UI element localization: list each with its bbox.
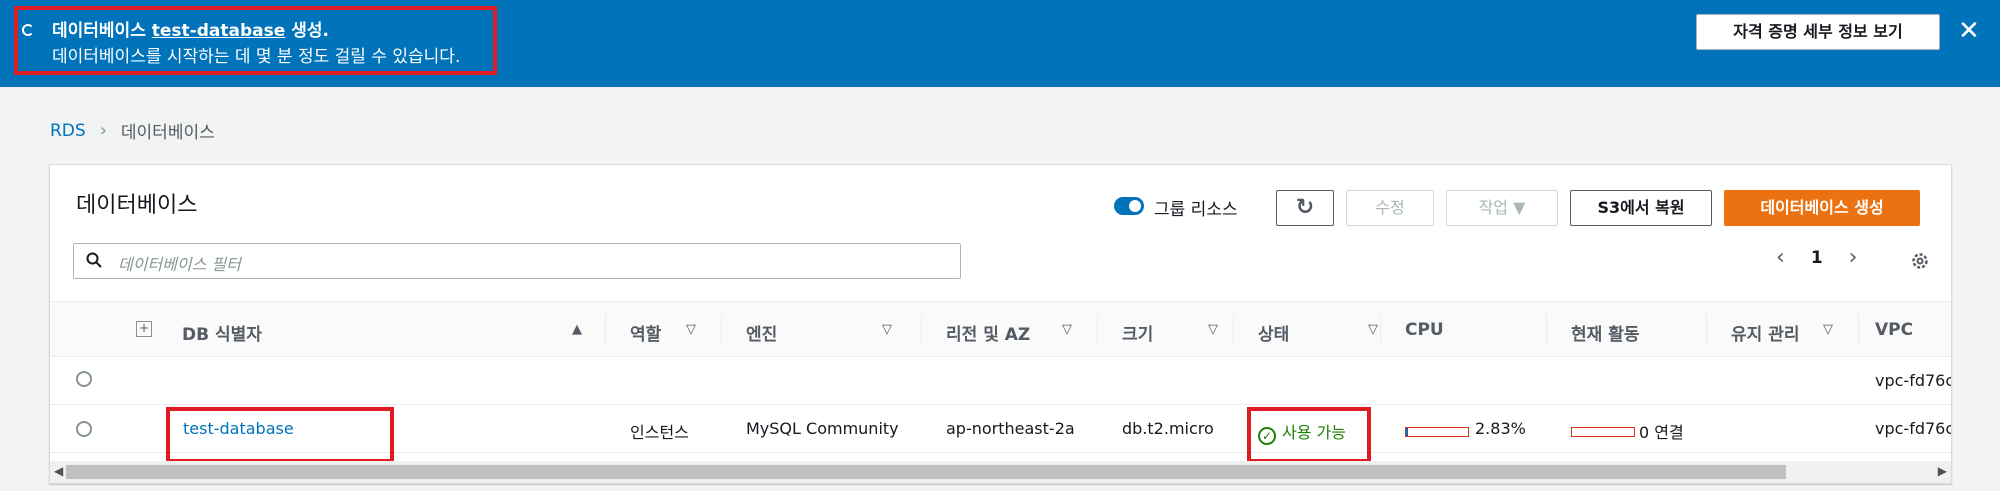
close-icon[interactable]: ✕ <box>1958 14 1980 48</box>
search-icon <box>86 252 102 268</box>
restore-from-s3-button[interactable]: S3에서 복원 <box>1570 190 1712 226</box>
refresh-button[interactable]: ↻ <box>1276 190 1334 226</box>
column-divider <box>721 314 722 346</box>
table-header: + DB 식별자 ▲ 역할 ▽ 엔진 ▽ 리전 및 AZ ▽ 크기 ▽ 상태 ▽ <box>50 301 1951 357</box>
table-row: vpc-fd76c <box>50 357 1952 405</box>
sort-icon: ▽ <box>1062 322 1072 337</box>
expand-all-icon[interactable]: + <box>136 321 152 337</box>
col-db-identifier[interactable]: DB 식별자 ▲ <box>182 320 582 345</box>
chevron-left-icon[interactable]: ‹ <box>1776 245 1785 270</box>
col-role-label: 역할 <box>630 325 662 345</box>
column-divider <box>1546 314 1547 346</box>
sort-icon: ▽ <box>1823 322 1833 337</box>
col-region-label: 리전 및 AZ <box>946 325 1031 345</box>
cell-vpc: vpc-fd76c <box>1875 419 1952 438</box>
breadcrumb-current: 데이터베이스 <box>120 123 215 143</box>
scroll-left-icon[interactable]: ◀ <box>54 464 63 478</box>
breadcrumb-rds-link[interactable]: RDS <box>50 121 86 141</box>
col-cpu-label: CPU <box>1405 320 1444 340</box>
row-radio[interactable] <box>76 371 92 387</box>
col-size-label: 크기 <box>1122 325 1154 345</box>
col-activity-label: 현재 활동 <box>1571 325 1640 345</box>
col-size[interactable]: 크기 ▽ <box>1122 320 1218 345</box>
col-cpu[interactable]: CPU <box>1405 320 1444 340</box>
chevron-right-icon: › <box>99 120 107 141</box>
horizontal-scrollbar[interactable]: ◀ ▶ <box>50 461 1951 483</box>
col-maintenance[interactable]: 유지 관리 ▽ <box>1731 320 1833 345</box>
highlight-box-status <box>1247 407 1371 463</box>
cell-size: db.t2.micro <box>1122 419 1214 438</box>
column-divider <box>605 314 606 346</box>
scroll-right-icon[interactable]: ▶ <box>1938 464 1947 478</box>
cell-activity: 0 연결 <box>1639 423 1684 442</box>
flash-banner: 데이터베이스 test-database 생성. 데이터베이스를 시작하는 데 … <box>0 0 2000 87</box>
col-role[interactable]: 역할 ▽ <box>630 320 696 345</box>
sort-icon: ▽ <box>1208 322 1218 337</box>
column-divider <box>1858 314 1859 346</box>
column-divider <box>1097 314 1098 346</box>
pagination: ‹ 1 › <box>1776 245 1857 270</box>
column-divider <box>1706 314 1707 346</box>
cell-role: 인스턴스 <box>630 423 689 442</box>
cell-cpu: 2.83% <box>1475 419 1526 438</box>
column-divider <box>1233 314 1234 346</box>
cell-region: ap-northeast-2a <box>946 419 1075 438</box>
scrollbar-thumb[interactable] <box>66 465 1786 479</box>
cpu-bar-fill <box>1406 428 1408 436</box>
col-status-label: 상태 <box>1258 325 1290 345</box>
col-engine-label: 엔진 <box>746 325 778 345</box>
col-db-identifier-label: DB 식별자 <box>182 325 262 345</box>
cell-vpc: vpc-fd76c <box>1875 371 1952 390</box>
gear-icon[interactable] <box>1910 251 1930 271</box>
chevron-right-icon[interactable]: › <box>1849 245 1858 270</box>
search-placeholder: 데이터베이스 필터 <box>118 255 241 274</box>
create-database-button[interactable]: 데이터베이스 생성 <box>1724 190 1920 226</box>
activity-bar <box>1571 427 1635 437</box>
actions-dropdown[interactable]: 작업 ▼ <box>1446 190 1558 226</box>
column-divider <box>1380 314 1381 346</box>
sort-icon: ▽ <box>686 322 696 337</box>
row-radio[interactable] <box>76 421 92 437</box>
search-input[interactable]: 데이터베이스 필터 <box>73 243 961 279</box>
group-resources-label: 그룹 리소스 <box>1154 200 1238 220</box>
cpu-bar <box>1405 427 1469 437</box>
edit-button[interactable]: 수정 <box>1346 190 1434 226</box>
cell-engine: MySQL Community <box>746 419 899 438</box>
col-engine[interactable]: 엔진 ▽ <box>746 320 892 345</box>
group-resources-toggle[interactable] <box>1114 197 1144 215</box>
sort-icon: ▽ <box>882 322 892 337</box>
col-current-activity[interactable]: 현재 활동 <box>1571 320 1639 345</box>
view-credentials-button[interactable]: 자격 증명 세부 정보 보기 <box>1696 14 1940 50</box>
col-status[interactable]: 상태 ▽ <box>1258 320 1378 345</box>
highlight-box-db <box>166 407 394 463</box>
highlight-box-banner <box>14 6 497 75</box>
column-divider <box>921 314 922 346</box>
table-row: test-database 인스턴스 MySQL Community ap-no… <box>50 405 1952 463</box>
sort-icon: ▽ <box>1368 322 1378 337</box>
col-vpc[interactable]: VPC <box>1875 320 1913 340</box>
col-vpc-label: VPC <box>1875 320 1914 340</box>
page-number[interactable]: 1 <box>1811 248 1823 268</box>
sort-asc-icon: ▲ <box>572 322 582 337</box>
databases-panel: 데이터베이스 그룹 리소스 ↻ 수정 작업 ▼ S3에서 복원 데이터베이스 생… <box>49 164 1952 484</box>
col-region-az[interactable]: 리전 및 AZ ▽ <box>946 320 1072 345</box>
breadcrumb: RDS › 데이터베이스 <box>50 118 215 143</box>
col-maintenance-label: 유지 관리 <box>1731 325 1800 345</box>
panel-title: 데이터베이스 <box>76 193 198 218</box>
